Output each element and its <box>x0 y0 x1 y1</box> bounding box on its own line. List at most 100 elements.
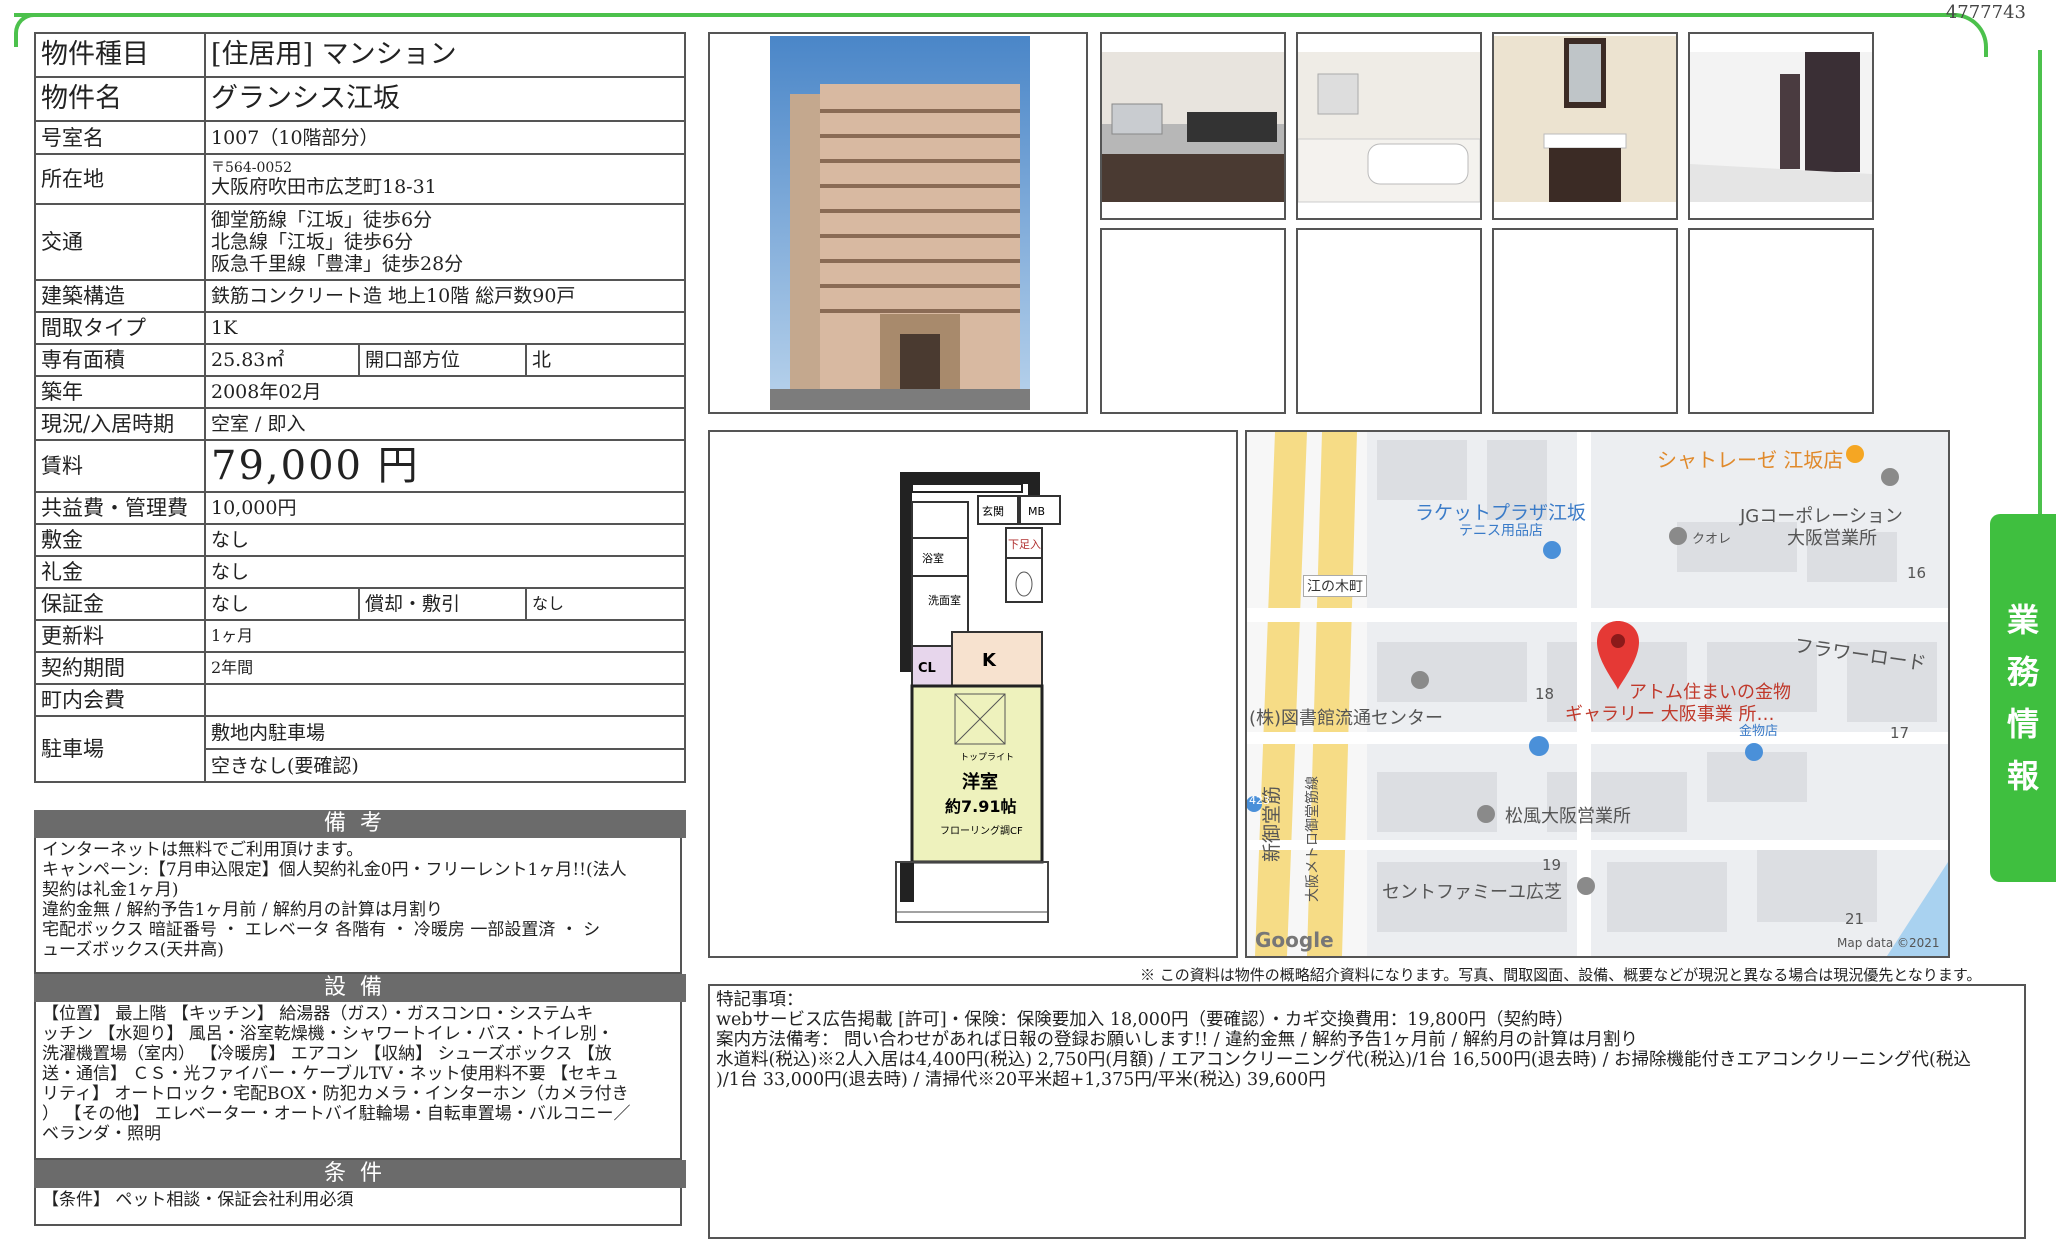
map-label: 松風大阪営業所 <box>1505 806 1631 827</box>
row-structure: 建築構造 鉄筋コンクリート造 地上10階 総戸数90戸 <box>34 279 686 313</box>
special-remarks-line: )/1台 33,000円(退去時) / 清掃代※20平米超+1,375円/平米(… <box>716 1070 1326 1090</box>
label2: 償却・敷引 <box>358 587 527 621</box>
fp-mb: MB <box>1028 505 1045 518</box>
map-label: 江の木町 <box>1303 575 1367 597</box>
value2: 北 <box>525 343 686 377</box>
equipment-line: リティ】 オートロック・宅配BOX・防犯カメラ・インターホン（カメラ付き <box>42 1084 629 1104</box>
address-value: 大阪府吹田市広芝町18-31 <box>211 175 437 198</box>
label: 保証金 <box>34 587 206 621</box>
value: なし <box>204 587 360 621</box>
value: 1007（10階部分） <box>204 120 686 155</box>
photo-slot-empty <box>1492 228 1678 414</box>
photo-slot-empty <box>1688 228 1874 414</box>
row-renewal: 更新料 1ヶ月 <box>34 619 686 653</box>
floor-plan[interactable]: 浴室 洗面室 玄関 MB 下足入 CL K トップライト 洋室 約7.91帖 フ… <box>708 430 1238 958</box>
frame-right-border <box>2038 50 2042 520</box>
row-parking: 駐車場 敷地内駐車場 <box>34 715 686 783</box>
value: 2年間 <box>204 651 686 685</box>
bath-image <box>1297 52 1481 203</box>
value: なし <box>204 555 686 589</box>
fp-shoes: 下足入 <box>1008 538 1041 551</box>
label: 更新料 <box>34 619 206 653</box>
section-header-conditions: 条件 <box>34 1160 686 1188</box>
row-address: 所在地 〒564-0052 大阪府吹田市広芝町18-31 <box>34 153 686 205</box>
value: 鉄筋コンクリート造 地上10階 総戸数90戸 <box>204 279 686 313</box>
special-remarks-line: 水道料(税込)※2人入居は4,400円(税込) 2,750円(月額) / エアコ… <box>716 1050 1971 1070</box>
remarks-line: キャンペーン:【7月申込限定】個人契約礼金0円・フリーレント1ヶ月!!(法人 <box>42 860 627 880</box>
photo-kitchen[interactable] <box>1100 32 1286 220</box>
map-label: テニス用品店 <box>1459 523 1543 539</box>
row-area: 専有面積 25.83㎡ 開口部方位 北 <box>34 343 686 377</box>
equipment-body: 【位置】 最上階 【キッチン】 給湯器（ガス）・ガスコンロ・システムキ ッチン … <box>34 1002 682 1160</box>
washroom-image <box>1494 36 1676 202</box>
label: 建築構造 <box>34 279 206 313</box>
remarks-line: 違約金無 / 解約予告1ヶ月前 / 解約月の計算は月割り <box>42 900 443 920</box>
map-label: 金物店 <box>1739 724 1779 739</box>
listing-id: 4777743 <box>1945 2 2026 23</box>
special-remarks-title: 特記事項： <box>716 990 804 1010</box>
row-fee: 共益費・管理費 10,000円 <box>34 491 686 525</box>
remarks-line: インターネットは無料でご利用頂けます。 <box>42 840 364 860</box>
map-label: 19 <box>1542 856 1562 874</box>
equipment-line: 【位置】 最上階 【キッチン】 給湯器（ガス）・ガスコンロ・システムキ <box>42 1004 594 1024</box>
google-logo: Google <box>1255 928 1334 952</box>
fp-closet: CL <box>918 661 936 676</box>
map-label: 21 <box>1845 910 1865 928</box>
value: 25.83㎡ <box>204 343 360 377</box>
value: 2008年02月 <box>204 375 686 409</box>
access-line: 阪急千里線「豊津」徒歩28分 <box>211 253 464 275</box>
row-guarantee: 保証金 なし 償却・敷引 なし <box>34 587 686 621</box>
fp-room: 洋室 <box>962 771 998 793</box>
room-image <box>1690 52 1872 202</box>
special-remarks-line: webサービス広告掲載 [許可]・保険：保険要加入 18,000円（要確認）・カ… <box>716 1010 1574 1030</box>
label: 所在地 <box>34 153 206 205</box>
row-room: 号室名 1007（10階部分） <box>34 120 686 155</box>
map-label: 16 <box>1907 564 1927 582</box>
side-tab-char: 情 <box>2006 705 2039 743</box>
row-contract: 契約期間 2年間 <box>34 651 686 685</box>
side-tab-business-info[interactable]: 業 務 情 報 <box>1990 514 2056 882</box>
map-attribution: Map data ©2021 <box>1837 936 1940 950</box>
label: 町内会費 <box>34 683 206 717</box>
map-label: セントファミーユ広芝 <box>1382 882 1562 903</box>
remarks-line: 契約は礼金1ヶ月) <box>42 880 179 900</box>
location-map[interactable]: シャトレーゼ 江坂店 ラケットプラザ江坂 テニス用品店 JGコーポレーション 大… <box>1245 430 1950 958</box>
remarks-line: ューズボックス(天井高) <box>42 940 224 960</box>
label: 現況/入居時期 <box>34 407 206 441</box>
label: 物件名 <box>34 76 206 122</box>
map-label: 大阪メトロ御堂筋線 <box>1305 776 1321 902</box>
fp-toplight: トップライト <box>960 752 1014 763</box>
building-image <box>770 36 1030 410</box>
photo-bath[interactable] <box>1296 32 1482 220</box>
photo-washroom[interactable] <box>1492 32 1678 220</box>
value: 空室 / 即入 <box>204 407 686 441</box>
section-header-equipment: 設備 <box>34 974 686 1002</box>
photo-room[interactable] <box>1688 32 1874 220</box>
label: 駐車場 <box>34 715 206 783</box>
row-deposit: 敷金 なし <box>34 523 686 557</box>
remarks-line: 宅配ボックス 暗証番号 ・ エレベータ 各階有 ・ 冷暖房 一部設置済 ・ シ <box>42 920 601 940</box>
value: 敷地内駐車場 <box>204 715 686 750</box>
value: 1ヶ月 <box>204 619 686 653</box>
side-tab-char: 務 <box>2006 653 2039 691</box>
conditions-body: 【条件】 ペット相談・保証会社利用必須 <box>34 1188 682 1226</box>
rent-value: 79,000 円 <box>204 439 686 493</box>
photo-slot-empty <box>1100 228 1286 414</box>
section-header-remarks: 備考 <box>34 810 686 838</box>
label: 物件種目 <box>34 32 206 78</box>
equipment-line: 送・通信】 ＣＳ・光ファイバー・ケーブルTV・ネット使用料不要 【セキュ <box>42 1064 620 1084</box>
value: 10,000円 <box>204 491 686 525</box>
side-tab-char: 業 <box>2006 601 2039 639</box>
label: 敷金 <box>34 523 206 557</box>
map-label: (株)図書館流通センター <box>1249 708 1444 729</box>
equipment-line: 洗濯機置場（室内） 【冷暖房】 エアコン 【収納】 シューズボックス 【放 <box>42 1044 612 1064</box>
postal-code: 〒564-0052 <box>211 159 293 176</box>
label: 礼金 <box>34 555 206 589</box>
label: 築年 <box>34 375 206 409</box>
fp-floor: フローリング調CF <box>940 824 1023 837</box>
value: [住居用] マンション <box>204 32 686 78</box>
row-built: 築年 2008年02月 <box>34 375 686 409</box>
building-photo[interactable] <box>708 32 1088 414</box>
remarks-body: インターネットは無料でご利用頂けます。 キャンペーン:【7月申込限定】個人契約礼… <box>34 838 682 974</box>
special-remarks-line: 案内方法備考： 問い合わせがあれば日報の登録お願いします!! / 違約金無 / … <box>716 1030 1638 1050</box>
